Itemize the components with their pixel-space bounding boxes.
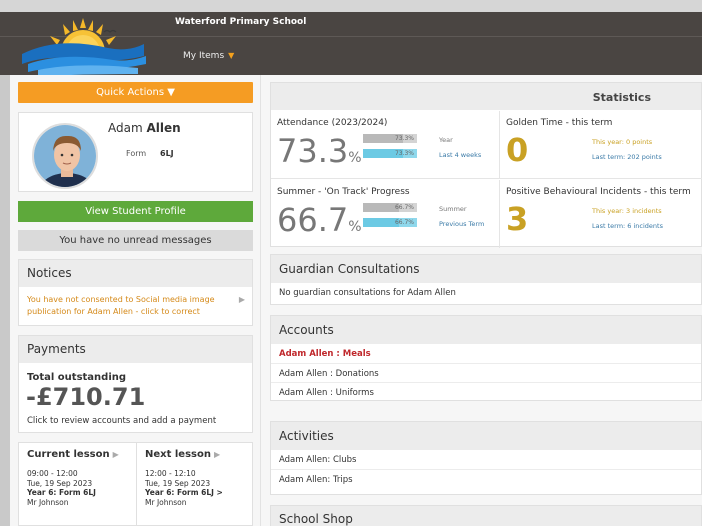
- my-items-menu[interactable]: My Items ▼: [183, 51, 234, 61]
- current-lesson-date: Tue, 19 Sep 2023: [27, 478, 93, 488]
- attendance-label: Attendance (2023/2024): [277, 118, 388, 128]
- next-lesson[interactable]: Next lesson ▶ 12:00 - 12:10 Tue, 19 Sep 2…: [136, 443, 253, 526]
- golden-time-label: Golden Time - this term: [506, 118, 613, 128]
- current-lesson[interactable]: Current lesson ▶ 09:00 - 12:00 Tue, 19 Se…: [19, 443, 136, 526]
- progress-previous-bar-fill: [363, 218, 400, 227]
- guardian-title: Guardian Consultations: [271, 255, 701, 283]
- form-value: 6LJ: [160, 149, 174, 158]
- outstanding-amount: -£710.71: [26, 383, 146, 411]
- student-photo: [34, 125, 96, 187]
- golden-time-value: 0: [506, 131, 529, 169]
- attendance-stat[interactable]: Attendance (2023/2024) 73.3% 73.3% Year …: [271, 111, 500, 179]
- account-item-uniforms[interactable]: Adam Allen : Uniforms: [271, 382, 701, 401]
- guardian-consultations-panel: Guardian Consultations No guardian consu…: [270, 254, 702, 305]
- golden-time-last-term: Last term: 202 points: [592, 153, 662, 161]
- activity-item-trips[interactable]: Adam Allen: Trips: [271, 469, 701, 488]
- behaviour-stat[interactable]: Positive Behavioural Incidents - this te…: [500, 180, 702, 248]
- attendance-4weeks-bar-value: 73.3%: [394, 150, 414, 157]
- attendance-value: 73.3%: [277, 132, 362, 170]
- progress-stat[interactable]: Summer - 'On Track' Progress 66.7% 66.7%…: [271, 180, 500, 248]
- accounts-panel: Accounts Adam Allen : Meals Adam Allen :…: [270, 315, 702, 401]
- quick-actions-button[interactable]: Quick Actions ▼: [18, 82, 253, 103]
- current-lesson-teacher: Mr Johnson: [27, 497, 69, 507]
- top-strip: [0, 0, 702, 12]
- progress-previous-bar-value: 66.7%: [394, 219, 414, 226]
- student-name: Adam Allen: [108, 121, 181, 135]
- attendance-year-label: Year: [439, 136, 453, 144]
- form-label: Form: [126, 149, 147, 158]
- progress-value: 66.7%: [277, 201, 362, 239]
- attendance-year-bar-value: 73.3%: [394, 135, 414, 142]
- accounts-title: Accounts: [271, 316, 701, 344]
- chevron-right-icon: ▶: [112, 450, 119, 459]
- progress-summer-bar: 66.7%: [363, 203, 417, 212]
- progress-unit: %: [348, 219, 362, 235]
- messages-bar[interactable]: You have no unread messages: [18, 230, 253, 251]
- caret-down-icon: ▼: [228, 51, 235, 60]
- notices-title: Notices: [19, 260, 252, 287]
- progress-previous-bar: 66.7%: [363, 218, 417, 227]
- statistics-panel: Statistics Attendance (2023/2024) 73.3% …: [270, 82, 702, 248]
- school-logo: [22, 18, 146, 76]
- current-lesson-heading: Current lesson ▶: [27, 449, 128, 460]
- column-divider: [260, 75, 261, 526]
- next-lesson-date: Tue, 19 Sep 2023: [145, 478, 211, 488]
- account-item-donations[interactable]: Adam Allen : Donations: [271, 363, 701, 382]
- next-lesson-class: Year 6: Form 6LJ >: [145, 488, 223, 497]
- notices-panel: Notices You have not consented to Social…: [18, 259, 253, 326]
- current-lesson-title: Current lesson: [27, 449, 110, 460]
- school-shop-panel: School Shop: [270, 505, 702, 526]
- school-shop-title: School Shop: [271, 506, 701, 526]
- payments-panel: Payments Total outstanding -£710.71 Clic…: [18, 335, 253, 433]
- activities-panel: Activities Adam Allen: Clubs Adam Allen:…: [270, 421, 702, 495]
- total-outstanding-label: Total outstanding: [27, 372, 127, 383]
- chevron-right-icon: ▶: [213, 450, 221, 459]
- notice-consent-link[interactable]: You have not consented to Social media i…: [27, 294, 227, 318]
- activity-item-clubs[interactable]: Adam Allen: Clubs: [271, 450, 701, 469]
- behaviour-label: Positive Behavioural Incidents - this te…: [506, 187, 691, 197]
- account-item-meals[interactable]: Adam Allen : Meals: [271, 344, 701, 363]
- next-lesson-heading: Next lesson ▶: [145, 449, 245, 460]
- progress-summer-label: Summer: [439, 205, 467, 213]
- attendance-4weeks-bar: 73.3%: [363, 149, 417, 158]
- lessons-panel: Current lesson ▶ 09:00 - 12:00 Tue, 19 Se…: [18, 442, 253, 526]
- next-lesson-teacher: Mr Johnson: [145, 497, 187, 507]
- behaviour-value: 3: [506, 200, 529, 238]
- attendance-year-bar: 73.3%: [363, 134, 417, 143]
- student-avatar[interactable]: [32, 123, 98, 189]
- golden-time-stat[interactable]: Golden Time - this term 0 This year: 0 p…: [500, 111, 702, 179]
- school-name: Waterford Primary School: [175, 17, 307, 27]
- quick-actions-label: Quick Actions: [96, 87, 165, 98]
- progress-label: Summer - 'On Track' Progress: [277, 187, 410, 197]
- behaviour-last-term: Last term: 6 incidents: [592, 222, 663, 230]
- chevron-right-icon[interactable]: ▶: [239, 295, 245, 304]
- activities-title: Activities: [271, 422, 701, 450]
- payments-title: Payments: [19, 336, 252, 363]
- attendance-unit: %: [348, 150, 362, 166]
- view-student-profile-button[interactable]: View Student Profile: [18, 201, 253, 222]
- behaviour-this-year: This year: 3 incidents: [592, 207, 662, 215]
- my-items-label: My Items: [183, 51, 225, 61]
- student-profile-card: Adam Allen Form 6LJ: [18, 112, 253, 192]
- review-accounts-link[interactable]: Click to review accounts and add a payme…: [27, 416, 216, 426]
- main-content: Quick Actions ▼ Adam Allen Form 6LJ View…: [10, 75, 702, 526]
- current-lesson-class: Year 6: Form 6LJ: [27, 488, 96, 497]
- student-first-name: Adam: [108, 121, 143, 135]
- current-lesson-time: 09:00 - 12:00: [27, 469, 78, 478]
- guardian-empty-text: No guardian consultations for Adam Allen: [279, 288, 456, 298]
- attendance-4weeks-label: Last 4 weeks: [439, 151, 482, 159]
- progress-summer-bar-fill: [363, 203, 400, 212]
- progress-previous-label: Previous Term: [439, 220, 485, 228]
- progress-summer-bar-value: 66.7%: [394, 204, 414, 211]
- statistics-title: Statistics: [271, 83, 701, 110]
- attendance-number: 73.3: [277, 132, 349, 170]
- caret-down-icon: ▼: [167, 87, 175, 98]
- next-lesson-title: Next lesson: [145, 449, 211, 460]
- next-lesson-time: 12:00 - 12:10: [145, 469, 196, 478]
- golden-time-this-year: This year: 0 points: [592, 138, 653, 146]
- progress-number: 66.7: [277, 201, 349, 239]
- student-last-name: Allen: [146, 121, 181, 135]
